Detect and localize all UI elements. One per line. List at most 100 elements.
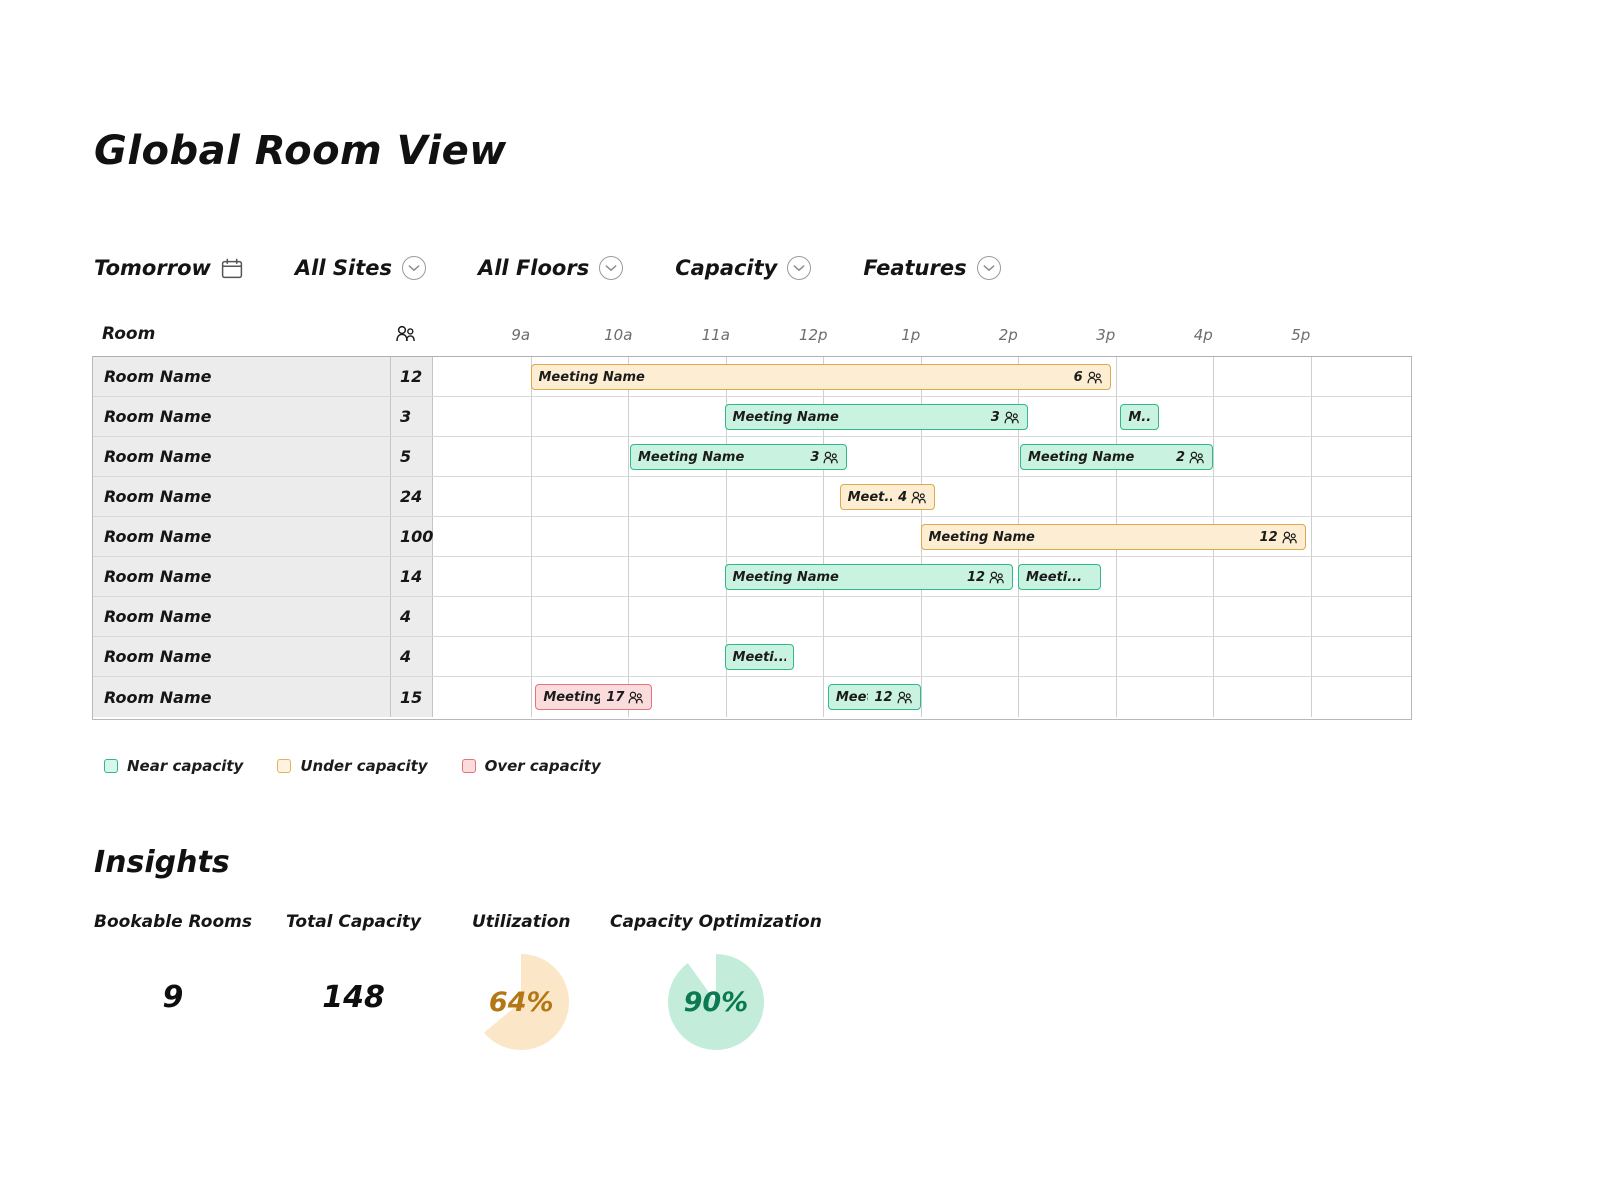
booking-bar[interactable]: Meeting N... 17 xyxy=(535,684,653,710)
room-name-label: Room Name xyxy=(104,567,212,586)
table-row[interactable]: Room Name 4 xyxy=(93,597,1411,637)
booking-attendee-count: 12 xyxy=(874,689,893,705)
booking-attendee-count: 17 xyxy=(606,689,625,705)
booking-bar[interactable]: Meeting Name 12 xyxy=(724,564,1014,590)
chevron-down-icon[interactable] xyxy=(401,256,426,280)
booking-bar[interactable]: Meeting Name 2 xyxy=(1019,444,1213,470)
grid-column-line xyxy=(920,597,922,636)
grid-column-line xyxy=(1115,637,1117,676)
grid-column-line xyxy=(1310,597,1312,636)
timeline-lane: Meeting N... 17 Meet... 12 xyxy=(433,677,1411,717)
booking-bar[interactable]: Meeti... xyxy=(1018,564,1101,590)
grid-column-line xyxy=(628,637,629,676)
booking-bar[interactable]: Meeting Name 3 xyxy=(629,444,848,470)
grid-column-line xyxy=(920,677,922,717)
table-row[interactable]: Room Name 3 Meeting Name 3 M... xyxy=(93,397,1411,437)
room-capacity-value: 24 xyxy=(400,487,423,506)
people-icon xyxy=(1282,531,1298,544)
booking-label: Meeting Name xyxy=(928,529,1035,545)
booking-bar[interactable]: Meeting Name 12 xyxy=(920,524,1306,550)
table-row[interactable]: Room Name 15 Meeting N... 17 Meet... 12 xyxy=(93,677,1411,717)
booking-bar[interactable]: Meeting Name 6 xyxy=(530,364,1111,390)
insights-title: Insights xyxy=(94,845,230,880)
filter-all-floors[interactable]: All Floors xyxy=(478,256,624,280)
stat-label: Capacity Optimization xyxy=(610,912,822,932)
chevron-down-icon[interactable] xyxy=(976,256,1001,280)
filter-tomorrow[interactable]: Tomorrow xyxy=(94,256,243,280)
grid-column-line xyxy=(1018,677,1019,717)
booking-attendee-count: 3 xyxy=(990,409,1000,425)
grid-column-line xyxy=(725,517,727,556)
grid-column-line xyxy=(1213,437,1214,476)
room-capacity-cell: 5 xyxy=(391,437,433,476)
booking-attendees: 4 xyxy=(892,490,927,505)
room-name-cell: Room Name xyxy=(93,357,391,396)
booking-label: Meeting Name xyxy=(637,449,745,465)
room-capacity-value: 4 xyxy=(400,607,412,626)
people-icon xyxy=(396,325,416,346)
stat-value: 64% xyxy=(488,986,554,1018)
chevron-down-icon[interactable] xyxy=(599,256,624,280)
grid-column-line xyxy=(1310,397,1312,436)
room-capacity-cell: 3 xyxy=(391,397,433,436)
grid-column-line xyxy=(1018,597,1019,636)
booking-bar[interactable]: Meet... 4 xyxy=(839,484,936,510)
room-name-label: Room Name xyxy=(104,487,212,506)
grid-column-line xyxy=(628,437,629,476)
table-row[interactable]: Room Name 12 Meeting Name 6 xyxy=(93,357,1411,397)
time-label-9a: 9a xyxy=(511,326,531,344)
table-row[interactable]: Room Name 4 Meeti... xyxy=(93,637,1411,677)
grid-column-line xyxy=(1310,557,1312,596)
room-capacity-value: 4 xyxy=(400,647,412,666)
people-icon xyxy=(911,491,927,504)
stat-total-capacity: Total Capacity 148 xyxy=(286,912,421,1015)
room-capacity-value: 3 xyxy=(400,407,412,426)
room-name-cell: Room Name xyxy=(93,477,391,516)
room-name-cell: Room Name xyxy=(93,597,391,636)
booking-bar[interactable]: Meeti... xyxy=(724,644,794,670)
filter-features[interactable]: Features xyxy=(863,256,1001,280)
table-row[interactable]: Room Name 14 Meeting Name 12 Meeti... xyxy=(93,557,1411,597)
booking-bar[interactable]: Meet... 12 xyxy=(827,684,921,710)
filter-label: All Sites xyxy=(294,256,392,280)
booking-attendees: 17 xyxy=(600,690,644,705)
time-label-12p: 12p xyxy=(798,326,828,344)
table-row[interactable]: Room Name 5 Meeting Name 3 Meeting Name 2 xyxy=(93,437,1411,477)
chevron-down-icon[interactable] xyxy=(787,256,812,280)
grid-column-line xyxy=(628,557,629,596)
grid-column-line xyxy=(1115,397,1117,436)
legend-label: Near capacity xyxy=(127,757,244,775)
grid-column-line xyxy=(628,397,629,436)
room-name-label: Room Name xyxy=(104,687,212,707)
grid-column-line xyxy=(1310,637,1312,676)
timeline-lane: Meeti... xyxy=(433,637,1411,676)
booking-label: Meeting Name xyxy=(732,569,839,585)
booking-attendee-count: 2 xyxy=(1175,449,1185,465)
grid-column-line xyxy=(1115,357,1117,396)
table-row[interactable]: Room Name 100 Meeting Name 12 xyxy=(93,517,1411,557)
room-capacity-value: 5 xyxy=(400,447,412,466)
calendar-icon[interactable] xyxy=(221,258,243,279)
table-row[interactable]: Room Name 24 Meet... 4 xyxy=(93,477,1411,517)
grid-column-line xyxy=(1018,437,1019,476)
booking-attendee-count: 12 xyxy=(1259,529,1278,545)
page-title: Global Room View xyxy=(94,128,507,174)
booking-attendees: 3 xyxy=(985,410,1020,425)
people-icon xyxy=(1004,411,1020,424)
filter-label: Features xyxy=(863,256,967,280)
time-label-10a: 10a xyxy=(604,326,633,344)
people-icon xyxy=(823,451,839,464)
room-capacity-value: 12 xyxy=(400,367,423,386)
time-label-1p: 1p xyxy=(901,326,921,344)
stat-utilization: Utilization 64% xyxy=(472,912,571,1050)
booking-bar[interactable]: Meeting Name 3 xyxy=(724,404,1028,430)
booking-bar[interactable]: M... xyxy=(1120,404,1160,430)
grid-column-line xyxy=(1213,477,1214,516)
timeline-lane: Meeting Name 12 xyxy=(433,517,1411,556)
grid-column-line xyxy=(1310,437,1312,476)
grid-column-line xyxy=(1213,637,1214,676)
filter-all-sites[interactable]: All Sites xyxy=(295,256,426,280)
filter-capacity[interactable]: Capacity xyxy=(675,256,812,280)
timeline-lane xyxy=(433,597,1411,636)
room-name-cell: Room Name xyxy=(93,397,391,436)
